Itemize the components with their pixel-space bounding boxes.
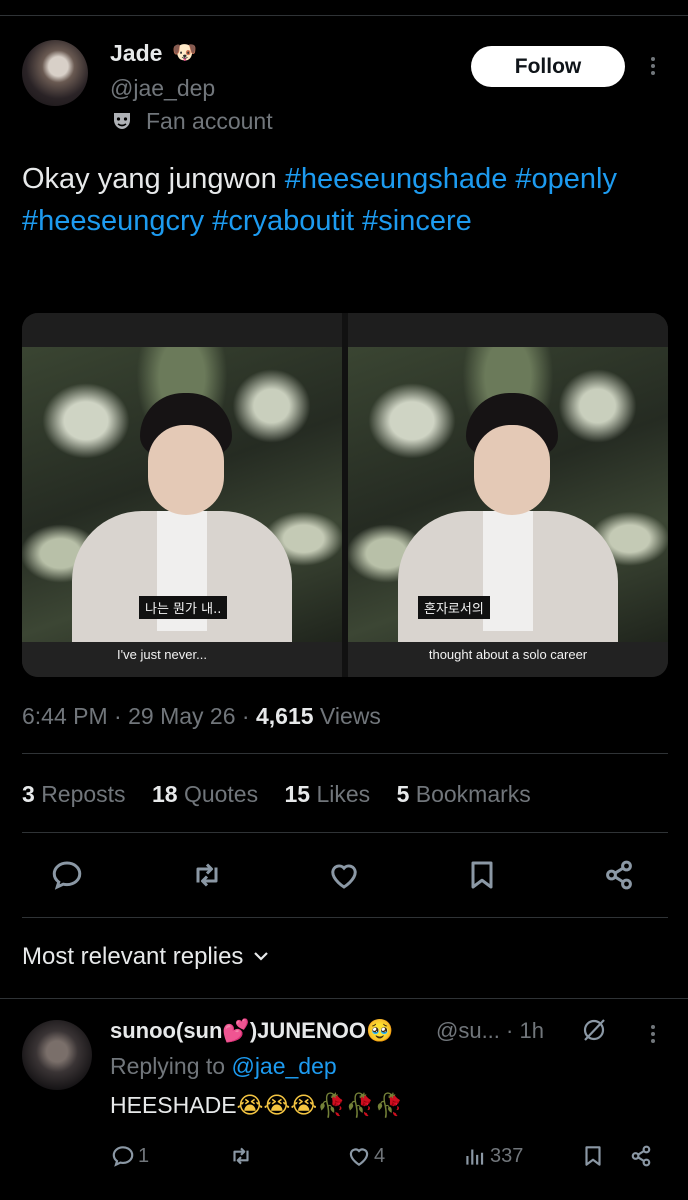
crying-face-emojis: 😭😭😭 <box>236 1093 318 1119</box>
reply-like-button[interactable]: 4 <box>346 1141 385 1171</box>
author-avatar[interactable] <box>22 40 88 106</box>
views-count: 4,615 <box>255 703 314 729</box>
grok-icon[interactable] <box>580 1016 608 1044</box>
author-name[interactable]: Jade <box>110 40 162 67</box>
author-handle[interactable]: @jae_dep <box>110 75 215 102</box>
author-label-text: Fan account <box>146 108 273 134</box>
reply-author-handle[interactable]: @su... · 1h <box>436 1018 544 1044</box>
hashtag-link[interactable]: #heeseungcry <box>22 205 204 237</box>
reply-text: HEESHADE😭😭😭🥀🥀🥀 <box>110 1092 404 1119</box>
reply-repost-button[interactable] <box>228 1141 254 1171</box>
reply-reply-count: 1 <box>138 1144 150 1167</box>
views-label: Views <box>319 703 381 729</box>
reply-author-name[interactable]: sunoo(sun💕)JUNENOO🥹 <box>110 1018 393 1044</box>
post-time[interactable]: 6:44 PM <box>22 703 108 729</box>
hashtag-link[interactable]: #heeseungshade <box>285 163 508 195</box>
hashtag-link[interactable]: #cryaboutit <box>212 205 354 237</box>
reply-share-button[interactable] <box>628 1141 654 1171</box>
divider <box>22 832 668 833</box>
repost-icon <box>233 1147 249 1165</box>
reply-view-count: 337 <box>490 1144 524 1167</box>
video-subtitle: I've just never... <box>117 647 207 662</box>
dog-face-icon: 🐶 <box>172 42 197 64</box>
reply-icon[interactable] <box>49 857 85 893</box>
replies-sort-dropdown[interactable]: Most relevant replies <box>22 943 271 971</box>
korean-caption: 나는 뭔가 내.. <box>139 596 228 619</box>
replying-to: Replying to @jae_dep <box>110 1053 337 1079</box>
reply-like-count: 4 <box>374 1144 386 1167</box>
engagement-stats: 3 Reposts 18 Quotes 15 Likes 5 Bookmarks <box>22 781 551 808</box>
reply-icon <box>112 1146 134 1167</box>
video-subtitle: thought about a solo career <box>428 647 588 662</box>
korean-caption: 혼자로서의 <box>418 596 490 619</box>
post-meta: 6:44 PM · 29 May 26 · 4,615 Views <box>22 703 381 729</box>
share-icon <box>631 1145 651 1167</box>
mention-link[interactable]: @jae_dep <box>231 1053 336 1079</box>
theater-mask-icon <box>110 109 134 133</box>
hashtag-link[interactable]: #openly <box>515 163 617 195</box>
media-image[interactable]: 나는 뭔가 내.. I've just never... <box>22 313 342 677</box>
divider <box>22 753 668 754</box>
author-label: Fan account <box>110 108 273 135</box>
media-image[interactable]: 혼자로서의 thought about a solo career <box>348 313 668 677</box>
divider <box>22 917 668 918</box>
bookmarks-stat[interactable]: 5 Bookmarks <box>397 781 531 807</box>
quotes-stat[interactable]: 18 Quotes <box>152 781 258 807</box>
divider <box>0 998 688 999</box>
post-date[interactable]: 29 May 26 <box>128 703 235 729</box>
bookmark-icon[interactable] <box>464 857 500 893</box>
reply-author-avatar[interactable] <box>22 1020 92 1090</box>
reply-bookmark-button[interactable] <box>580 1141 606 1171</box>
top-divider <box>0 15 688 16</box>
post-body: Okay yang jungwon <box>22 163 277 195</box>
more-options-icon[interactable] <box>643 54 663 80</box>
views-icon <box>466 1149 484 1165</box>
reply-time: · 1h <box>506 1018 544 1043</box>
hashtag-link[interactable]: #sincere <box>362 205 472 237</box>
follow-button[interactable]: Follow <box>471 46 625 87</box>
like-icon[interactable] <box>326 857 362 893</box>
chevron-down-icon <box>251 945 271 965</box>
like-icon <box>349 1148 369 1166</box>
reply-more-options-icon[interactable] <box>643 1022 663 1048</box>
wilted-rose-emojis: 🥀🥀🥀 <box>317 1093 404 1119</box>
likes-stat[interactable]: 15 Likes <box>284 781 370 807</box>
post-text: Okay yang jungwon #heeseungshade #openly… <box>22 158 662 242</box>
repost-icon[interactable] <box>189 857 225 893</box>
share-icon[interactable] <box>601 857 637 893</box>
media-grid: 나는 뭔가 내.. I've just never... 혼자로서의 thoug… <box>22 313 668 677</box>
reposts-stat[interactable]: 3 Reposts <box>22 781 126 807</box>
reply-reply-button[interactable]: 1 <box>110 1141 149 1171</box>
replies-sort-label: Most relevant replies <box>22 943 244 970</box>
bookmark-icon <box>585 1146 601 1166</box>
reply-views-button[interactable]: 337 <box>462 1141 523 1171</box>
